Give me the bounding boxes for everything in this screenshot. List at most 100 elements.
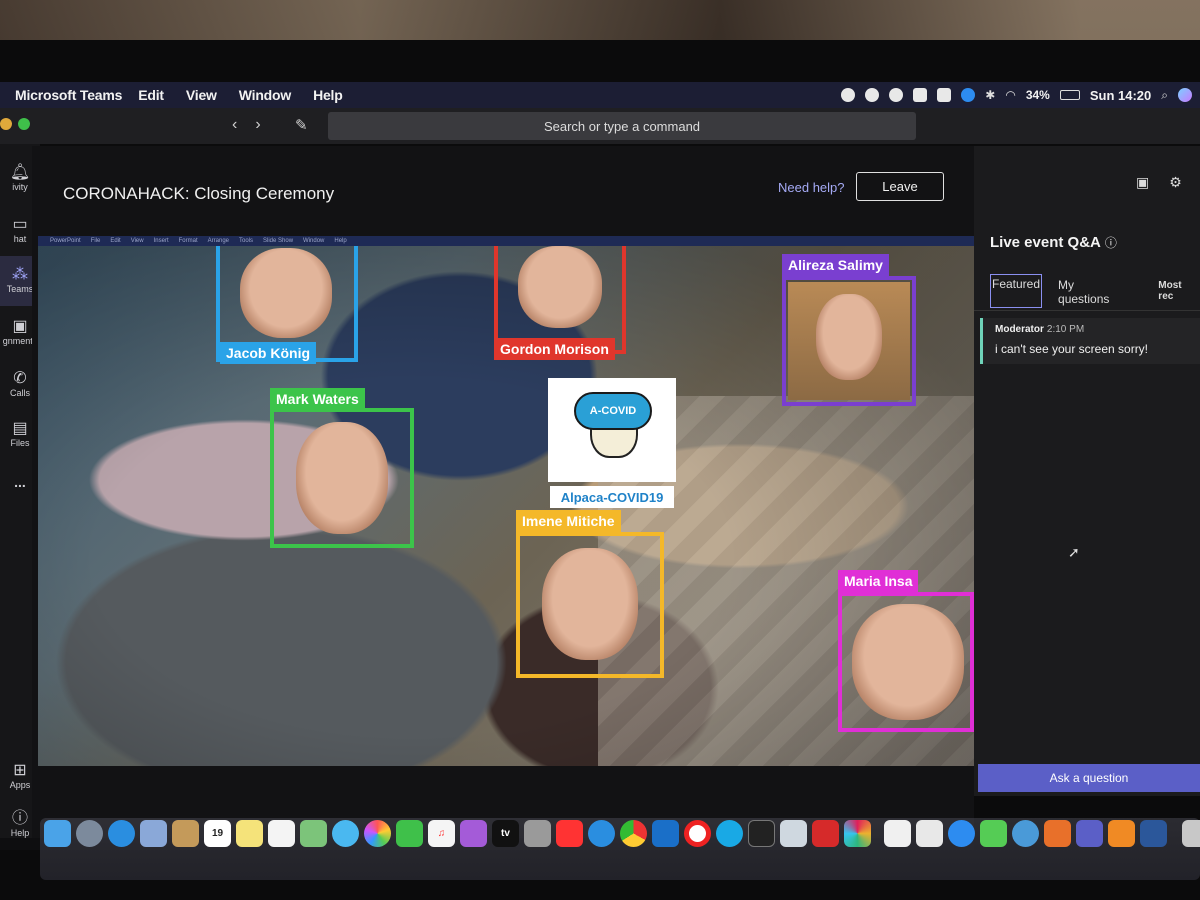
podcasts-icon[interactable]	[460, 820, 487, 847]
messages-icon[interactable]	[332, 820, 359, 847]
menu-help[interactable]: Help	[313, 87, 343, 103]
globe-icon[interactable]	[1012, 820, 1039, 847]
ppt-menu-item: Help	[334, 238, 347, 244]
stickies-icon[interactable]	[236, 820, 263, 847]
teamviewer-dock-icon[interactable]	[948, 820, 975, 847]
dock-icons: 19 ♫ tv	[44, 820, 1200, 847]
photos-icon[interactable]	[364, 820, 391, 847]
name-tag-mark: Mark Waters	[270, 388, 365, 410]
close-window-button[interactable]	[0, 118, 12, 130]
finder-icon[interactable]	[44, 820, 71, 847]
menu-view[interactable]: View	[186, 87, 217, 103]
calendar-icon[interactable]: 19	[204, 820, 231, 847]
tab-featured[interactable]: Featured	[990, 274, 1043, 308]
status-icon[interactable]	[841, 88, 856, 102]
word-icon[interactable]	[1140, 820, 1167, 847]
face-frame-alireza	[782, 276, 916, 406]
message-text: i can't see your screen sorry!	[995, 342, 1149, 356]
window-controls	[0, 118, 30, 130]
name-tag-imene: Imene Mitiche	[516, 510, 621, 532]
sidebar-item-label: hat	[13, 234, 27, 244]
acrobat-icon[interactable]	[812, 820, 839, 847]
ppt-menu-item: File	[90, 238, 101, 244]
more-icon: ...	[14, 474, 26, 490]
preview-icon[interactable]	[140, 820, 167, 847]
maps-icon[interactable]	[300, 820, 327, 847]
preview-image-icon[interactable]	[780, 820, 807, 847]
sidebar-item-label: Files	[10, 438, 30, 448]
system-preferences-icon[interactable]	[524, 820, 551, 847]
mouse-cursor-icon: ➚	[1068, 544, 1080, 560]
menu-window[interactable]: Window	[239, 87, 292, 103]
tv-icon[interactable]: tv	[492, 820, 519, 847]
shared-screen: PowerPoint File Edit View Insert Format …	[38, 236, 974, 766]
qa-panel: ▣ ⚙ Live event Q&A ⓘ Featured My question…	[974, 146, 1200, 796]
back-arrow-icon[interactable]: ‹	[232, 116, 237, 134]
matlab-icon[interactable]	[1044, 820, 1071, 847]
clock[interactable]: Sun 14:20	[1090, 88, 1151, 103]
cloud-icon[interactable]	[889, 88, 904, 102]
tab-most-recent[interactable]: Most rec	[1156, 274, 1200, 308]
info-icon[interactable]: ⓘ	[1105, 236, 1117, 250]
name-tag-jacob: Jacob König	[220, 342, 317, 364]
ask-question-button[interactable]: Ask a question	[978, 764, 1200, 792]
chrome-icon[interactable]	[620, 820, 647, 847]
cmake-icon[interactable]	[980, 820, 1007, 847]
ppt-menu-item: Window	[303, 238, 325, 244]
qa-tabs: Featured My questions Most rec	[990, 274, 1200, 308]
facetime-icon[interactable]	[396, 820, 423, 847]
need-help-link[interactable]: Need help?	[778, 180, 845, 195]
spotlight-icon[interactable]: ⌕	[1161, 88, 1168, 103]
menu-edit[interactable]: Edit	[138, 87, 164, 103]
face-photo	[518, 246, 602, 328]
opera-icon[interactable]	[684, 820, 711, 847]
chat-bubble-icon[interactable]: ▣	[1136, 174, 1149, 191]
message-header: Moderator 2:10 PM	[995, 324, 1084, 335]
history-navigation: ‹ ›	[232, 116, 261, 134]
textedit-icon[interactable]	[884, 820, 911, 847]
ppt-menu-item: View	[130, 238, 144, 244]
notes-app-icon[interactable]	[172, 820, 199, 847]
launchpad-icon[interactable]	[76, 820, 103, 847]
skype-icon[interactable]	[716, 820, 743, 847]
forward-arrow-icon[interactable]: ›	[255, 116, 260, 134]
safari-icon[interactable]	[108, 820, 135, 847]
teams-dock-icon[interactable]	[1076, 820, 1103, 847]
music-icon[interactable]: ♫	[428, 820, 455, 847]
sublime-icon[interactable]	[1108, 820, 1135, 847]
check-icon[interactable]	[865, 88, 880, 102]
reminders-icon[interactable]	[268, 820, 295, 847]
slack-icon[interactable]	[844, 820, 871, 847]
search-input[interactable]: Search or type a command	[328, 112, 916, 140]
teamviewer-icon[interactable]	[961, 88, 976, 102]
tab-my-questions[interactable]: My questions	[1056, 274, 1128, 308]
logo-caption: Alpaca-COVID19	[550, 486, 674, 508]
mac-dock: 19 ♫ tv	[40, 808, 1200, 888]
name-tag-gordon: Gordon Morison	[494, 338, 615, 360]
zoom-window-button[interactable]	[18, 118, 30, 130]
wifi-icon[interactable]: ◠	[1005, 88, 1015, 102]
powerpoint-menubar: PowerPoint File Edit View Insert Format …	[38, 236, 974, 246]
face-frame-mark	[270, 408, 414, 548]
compose-icon[interactable]: ✎	[295, 116, 308, 134]
background-fabric	[0, 0, 1200, 40]
menu-app-name[interactable]: Microsoft Teams	[15, 87, 122, 103]
gear-icon[interactable]: ⚙	[1169, 174, 1182, 191]
logo-cloud: A-COVID	[574, 392, 652, 430]
news-icon[interactable]	[556, 820, 583, 847]
leave-button[interactable]: Leave	[856, 172, 944, 201]
pages-icon[interactable]	[916, 820, 943, 847]
trash-icon[interactable]	[1182, 820, 1200, 847]
terminal-icon[interactable]	[748, 820, 775, 847]
outlook-icon[interactable]	[652, 820, 679, 847]
bluetooth-icon[interactable]: ✱	[985, 88, 995, 102]
siri-icon[interactable]	[1178, 88, 1192, 102]
battery-icon[interactable]	[1059, 90, 1080, 100]
live-event-stage: CORONAHACK: Closing Ceremony Need help? …	[32, 146, 974, 838]
face-photo	[852, 604, 964, 720]
app-store-icon[interactable]	[588, 820, 615, 847]
window-icon[interactable]	[913, 88, 928, 102]
screen-icon[interactable]	[937, 88, 952, 102]
ppt-menu-item: PowerPoint	[50, 238, 81, 244]
name-tag-maria: Maria Insa	[838, 570, 919, 592]
